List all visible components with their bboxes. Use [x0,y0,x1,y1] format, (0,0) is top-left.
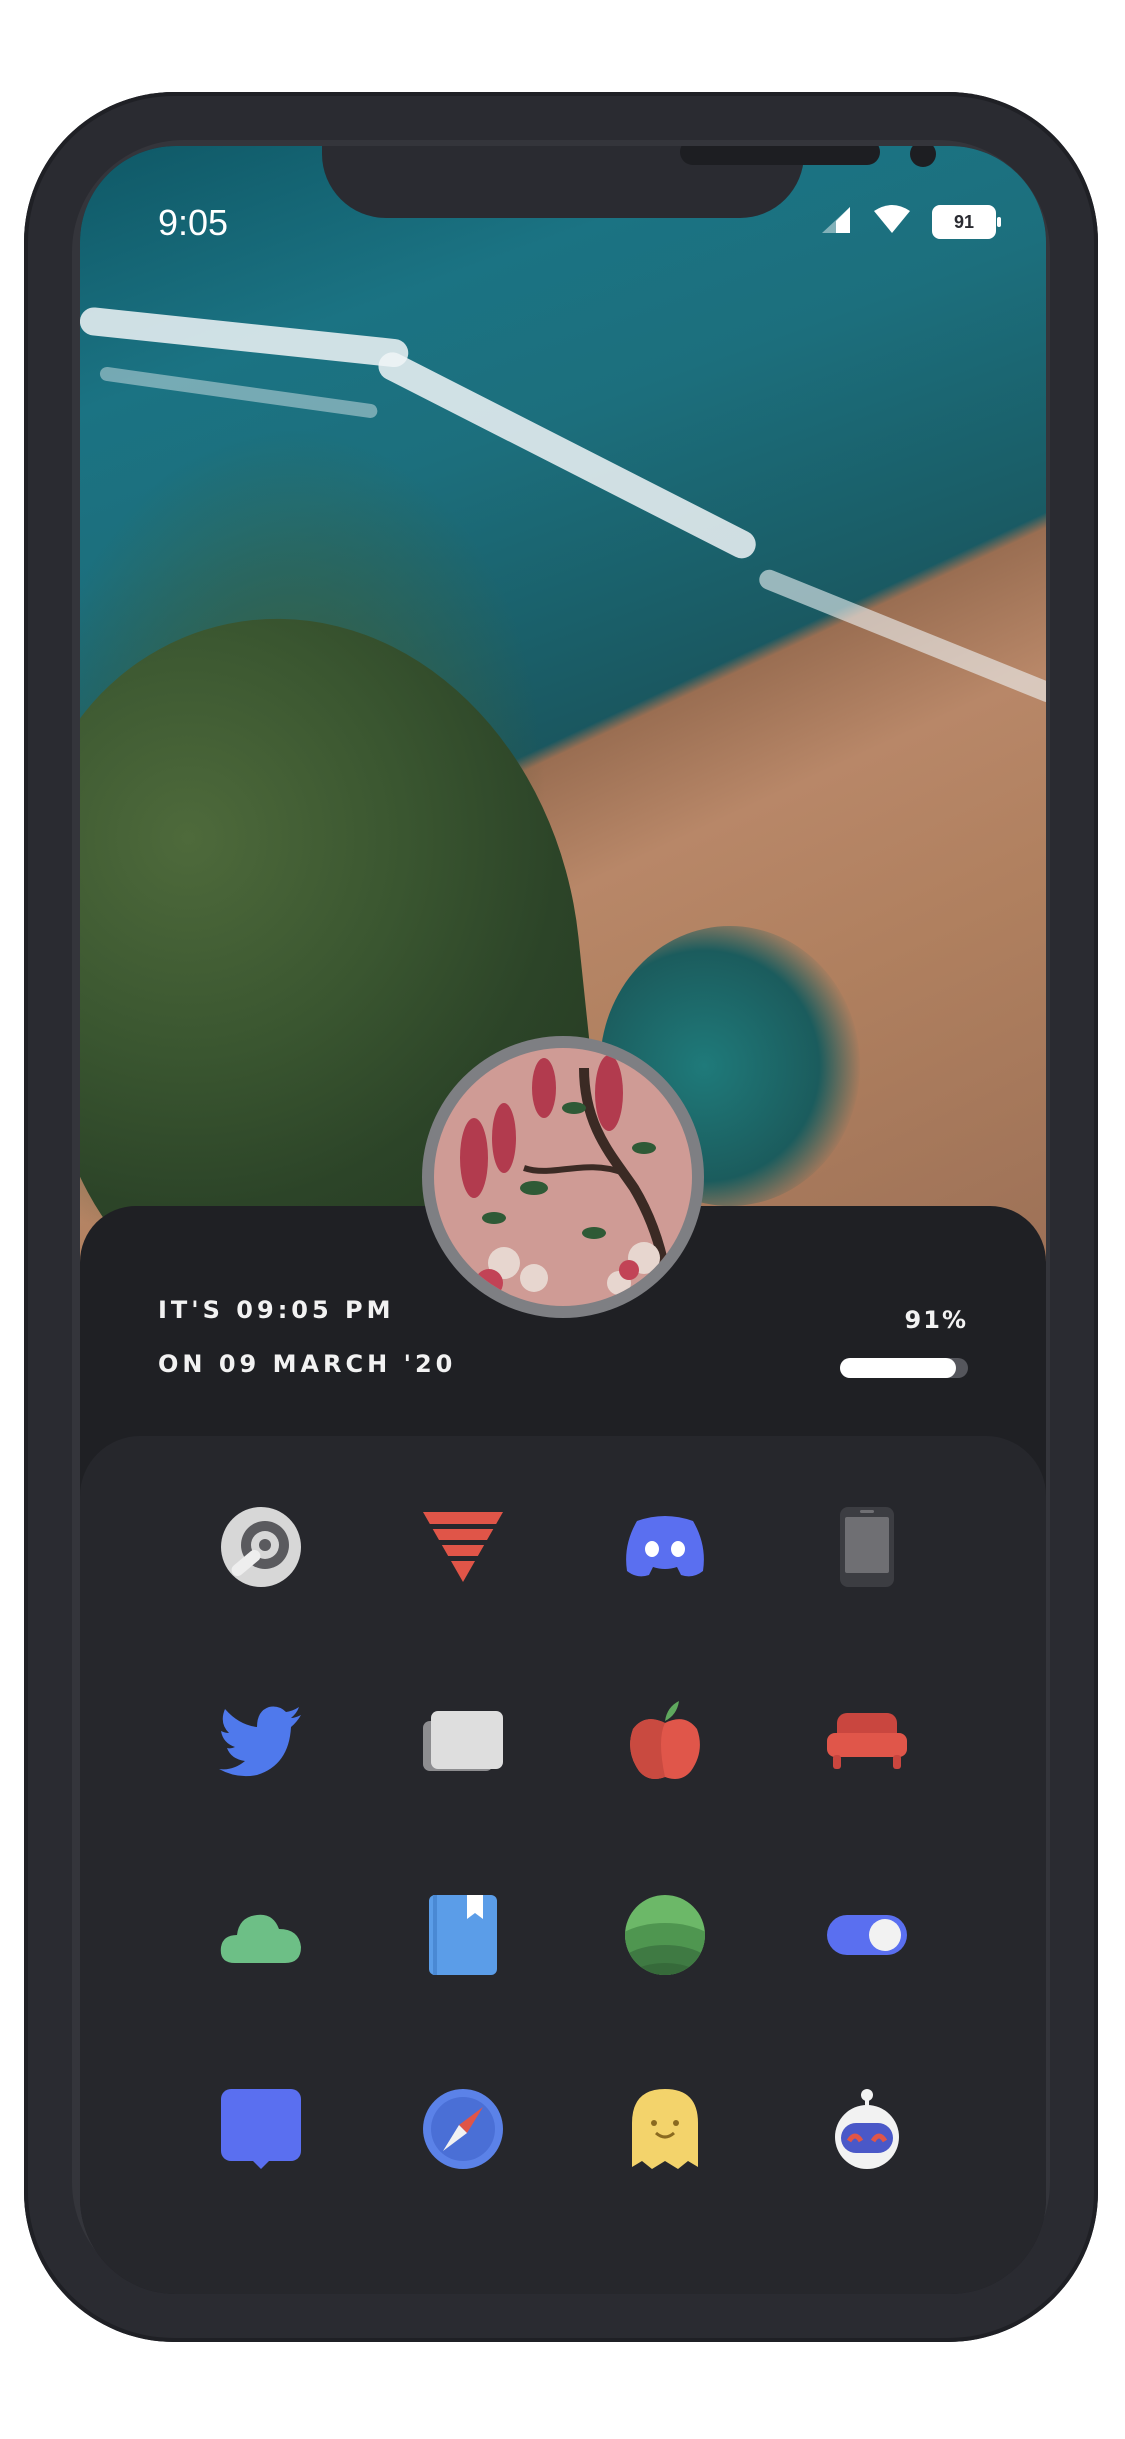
cell-signal-icon [820,205,852,239]
wifi-icon [872,205,912,239]
profile-avatar[interactable] [422,1036,704,1318]
app-disk[interactable] [206,1494,316,1604]
avatar-artwork [434,1048,692,1306]
wallpaper-wave [80,306,410,369]
reddit-robot-icon [825,2087,909,2175]
app-cards[interactable] [408,1688,518,1798]
widget-battery-bar [840,1358,968,1378]
app-compass[interactable] [408,2076,518,2186]
compass-icon [421,2087,505,2175]
app-ghost[interactable] [610,2076,720,2186]
chat-bubble-icon [219,2087,303,2175]
wallpaper-wave [373,347,761,564]
app-green-sphere[interactable] [610,1882,720,1992]
phone-icon [838,1505,896,1593]
discord-icon [623,1515,707,1583]
app-chat[interactable] [206,2076,316,2186]
apple-icon [625,1699,705,1787]
app-toggle[interactable] [812,1882,922,1992]
app-phone[interactable] [812,1494,922,1604]
widget-date-text: ON 09 MARCH '20 [158,1350,457,1378]
phone-screen: 9:05 91 IT'S 09:05 PM ON 09 MARCH '20 91… [80,146,1046,2294]
app-book[interactable] [408,1882,518,1992]
green-sphere-icon [623,1893,707,1981]
status-icons: 91 [820,205,1001,239]
ghost-icon [630,2087,700,2175]
app-cloud[interactable] [206,1882,316,1992]
cloud-icon [219,1905,303,1969]
widget-battery-fill [840,1358,957,1378]
disk-icon [219,1505,303,1593]
display-notch [322,146,936,218]
battery-indicator: 91 [932,205,1001,239]
sofa-icon [825,1711,909,1775]
twitter-icon [219,1705,303,1781]
layered-triangle-icon [421,1510,505,1588]
app-twitter[interactable] [206,1688,316,1798]
app-apple[interactable] [610,1688,720,1798]
cards-icon [421,1709,505,1777]
toggle-icon [825,1913,909,1961]
wallpaper-wave [99,366,379,419]
app-discord[interactable] [610,1494,720,1604]
app-reddit-robot[interactable] [812,2076,922,2186]
book-icon [427,1893,499,1981]
widget-battery-percent: 91% [904,1306,968,1334]
app-sofa[interactable] [812,1688,922,1798]
wallpaper-wave [756,566,1046,706]
widget-time-text: IT'S 09:05 PM [158,1296,395,1324]
status-time: 9:05 [158,202,229,243]
app-layered-triangle[interactable] [408,1494,518,1604]
earpiece-speaker [680,146,880,165]
